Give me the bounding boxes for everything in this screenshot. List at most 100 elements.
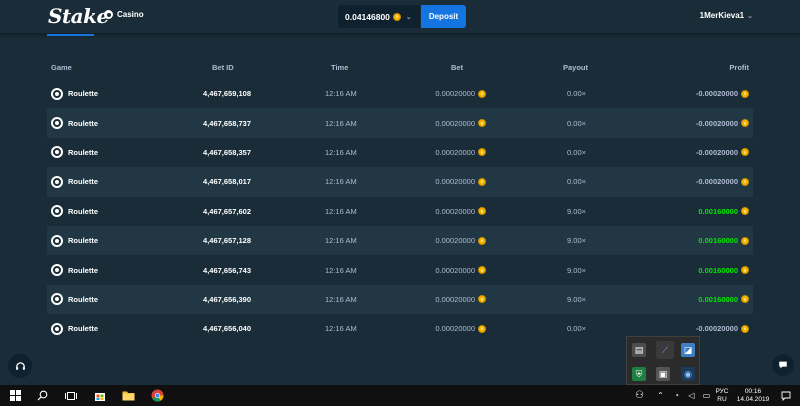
- windows-taskbar: ⚇ ⌃ ◔ ◁ ▭ РУС RU 00:16 14.04.2019: [0, 385, 800, 406]
- game-cell[interactable]: Roulette: [51, 314, 98, 343]
- bet-id[interactable]: 4,467,658,357: [203, 138, 251, 167]
- chrome-icon[interactable]: [150, 388, 165, 403]
- profit-cell: -0.00020000: [696, 108, 749, 137]
- bitcoin-coin-icon: [741, 324, 749, 333]
- table-row[interactable]: Roulette 4,467,656,743 12:16 AM 0.000200…: [47, 255, 753, 284]
- game-name: Roulette: [68, 118, 98, 128]
- bet-id[interactable]: 4,467,656,743: [203, 255, 251, 284]
- game-cell[interactable]: Roulette: [51, 197, 98, 226]
- task-view-icon[interactable]: [63, 388, 78, 403]
- game-cell[interactable]: Roulette: [51, 79, 98, 108]
- deposit-button[interactable]: Deposit: [421, 5, 466, 28]
- game-cell[interactable]: Roulette: [51, 226, 98, 255]
- action-center-icon: [781, 391, 790, 401]
- chevron-down-icon: ⌄: [405, 13, 412, 21]
- roulette-icon: [51, 322, 63, 335]
- magnifier-icon: [37, 390, 48, 401]
- tray-network-icon[interactable]: ◪: [681, 343, 695, 357]
- language-top: РУС: [715, 388, 729, 395]
- people-icon[interactable]: ⚇: [632, 388, 647, 403]
- tray-steam-icon[interactable]: ◉: [681, 367, 695, 381]
- profit-cell: 0.00160000: [698, 197, 749, 226]
- bitcoin-coin-icon: [478, 177, 486, 186]
- game-cell[interactable]: Roulette: [51, 285, 98, 314]
- bet-id[interactable]: 4,467,657,128: [203, 226, 251, 255]
- bet-id[interactable]: 4,467,656,040: [203, 314, 251, 343]
- bet-id[interactable]: 4,467,658,737: [203, 108, 251, 137]
- user-menu[interactable]: 1MerKieva1 ⌄: [700, 11, 753, 20]
- game-cell[interactable]: Roulette: [51, 138, 98, 167]
- tray-monitor-icon[interactable]: ▣: [656, 367, 670, 381]
- table-row[interactable]: Roulette 4,467,659,108 12:16 AM 0.000200…: [47, 79, 753, 108]
- bet-amount: 0.00020000: [435, 324, 475, 334]
- bitcoin-coin-icon: [741, 89, 749, 98]
- roulette-icon: [51, 117, 63, 130]
- payout: 9.00×: [567, 236, 586, 246]
- bet-id[interactable]: 4,467,659,108: [203, 79, 251, 108]
- battery-icon[interactable]: ▭: [699, 388, 714, 403]
- bet-time: 12:16 AM: [325, 177, 357, 187]
- roulette-icon: [51, 146, 63, 159]
- bet-amount: 0.00020000: [435, 177, 475, 187]
- bet-time: 12:16 AM: [325, 206, 357, 216]
- bitcoin-coin-icon: [741, 207, 749, 216]
- game-cell[interactable]: Roulette: [51, 167, 98, 196]
- folder-icon: [122, 391, 135, 401]
- game-name: Roulette: [68, 206, 98, 216]
- tray-app-icon[interactable]: ▤: [632, 343, 646, 357]
- bet-time: 12:16 AM: [325, 147, 357, 157]
- microsoft-store-icon[interactable]: [92, 388, 107, 403]
- bet-amount-cell: 0.00020000: [435, 255, 486, 284]
- profit-amount: 0.00160000: [698, 294, 738, 304]
- table-row[interactable]: Roulette 4,467,658,357 12:16 AM 0.000200…: [47, 138, 753, 167]
- language-bottom: RU: [717, 396, 727, 403]
- table-row[interactable]: Roulette 4,467,658,017 12:16 AM 0.000200…: [47, 167, 753, 197]
- bet-id[interactable]: 4,467,656,390: [203, 285, 251, 314]
- support-headset-button[interactable]: [8, 354, 32, 378]
- table-header: Game Bet ID Time Bet Payout Profit: [47, 55, 753, 79]
- roulette-icon: [51, 175, 63, 188]
- payout: 0.00×: [567, 177, 586, 187]
- notifications-icon[interactable]: [778, 388, 793, 403]
- search-icon[interactable]: [35, 388, 50, 403]
- profit-cell: 0.00160000: [698, 255, 749, 284]
- game-cell[interactable]: Roulette: [51, 108, 98, 137]
- bet-id[interactable]: 4,467,658,017: [203, 167, 251, 196]
- chrome-logo-icon: [151, 389, 164, 402]
- bet-amount-cell: 0.00020000: [435, 226, 486, 255]
- col-header-payout: Payout: [563, 63, 589, 72]
- stake-logo[interactable]: Stake: [48, 4, 109, 28]
- wifi-icon[interactable]: ◔: [669, 388, 684, 403]
- bet-amount: 0.00020000: [435, 294, 475, 304]
- table-row[interactable]: Roulette 4,467,657,128 12:16 AM 0.000200…: [47, 225, 753, 256]
- tray-feather-icon[interactable]: ⟋: [656, 341, 674, 359]
- table-row[interactable]: Roulette 4,467,657,602 12:16 AM 0.000200…: [47, 197, 753, 226]
- profit-amount: 0.00160000: [698, 265, 738, 275]
- payout: 0.00×: [567, 89, 586, 99]
- balance-selector[interactable]: 0.04146800 ⌄: [338, 5, 420, 28]
- profit-amount: 0.00160000: [698, 206, 738, 216]
- clock-time: 00:16: [744, 388, 762, 395]
- bet-id[interactable]: 4,467,657,602: [203, 197, 251, 226]
- bet-amount-cell: 0.00020000: [435, 79, 486, 108]
- game-cell[interactable]: Roulette: [51, 255, 98, 284]
- clock[interactable]: 00:16 14.04.2019: [733, 388, 773, 404]
- windows-start-icon[interactable]: [8, 388, 23, 403]
- balance-amount: 0.04146800: [345, 11, 390, 22]
- casino-nav-link[interactable]: Casino: [104, 10, 144, 19]
- game-name: Roulette: [68, 265, 98, 275]
- table-row[interactable]: Roulette 4,467,656,390 12:16 AM 0.000200…: [47, 284, 753, 315]
- volume-icon[interactable]: ◁: [684, 388, 699, 403]
- language-indicator[interactable]: РУС RU: [714, 388, 730, 404]
- bet-amount: 0.00020000: [435, 147, 475, 157]
- tray-expand-chevron-up-icon[interactable]: ⌃: [653, 388, 668, 403]
- table-row[interactable]: Roulette 4,467,658,737 12:16 AM 0.000200…: [47, 108, 753, 138]
- bitcoin-coin-icon: [741, 148, 749, 157]
- live-chat-button[interactable]: [772, 354, 794, 376]
- file-explorer-icon[interactable]: [121, 388, 136, 403]
- bet-amount: 0.00020000: [435, 118, 475, 128]
- tray-shield-icon[interactable]: ⛨: [632, 367, 646, 381]
- bet-amount-cell: 0.00020000: [435, 285, 486, 314]
- bitcoin-coin-icon: [741, 236, 749, 245]
- bet-time: 12:16 AM: [325, 118, 357, 128]
